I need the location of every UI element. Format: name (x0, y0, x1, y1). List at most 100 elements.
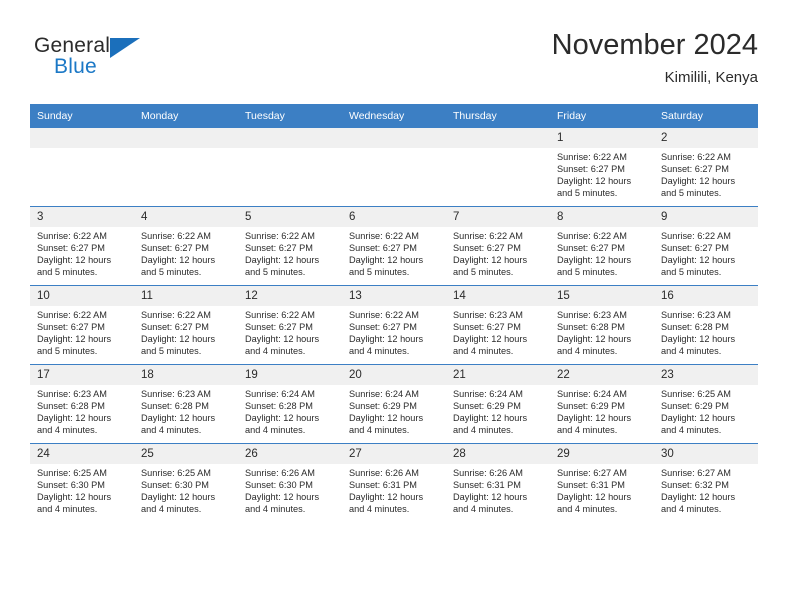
calendar-day-cell[interactable]: 18 Sunrise: 6:23 AM Sunset: 6:28 PM Dayligh… (134, 364, 238, 444)
day-number: 10 (30, 286, 134, 306)
day-number: 6 (342, 207, 446, 227)
sunrise-text: Sunrise: 6:25 AM (37, 468, 107, 478)
daylight-text: Daylight: 12 hours and 5 minutes. (37, 334, 112, 357)
title-block: November 2024 Kimilili, Kenya (552, 28, 758, 88)
calendar-day-cell[interactable]: 12 Sunrise: 6:22 AM Sunset: 6:27 PM Dayligh… (238, 285, 342, 365)
calendar-day-cell[interactable]: 20 Sunrise: 6:24 AM Sunset: 6:29 PM Dayligh… (342, 364, 446, 444)
sunset-text: Sunset: 6:27 PM (349, 243, 417, 254)
calendar-day-cell[interactable]: 1 Sunrise: 6:22 AM Sunset: 6:27 PM Daylight… (550, 128, 654, 207)
sunset-text: Sunset: 6:27 PM (557, 243, 625, 254)
sunrise-text: Sunrise: 6:22 AM (141, 310, 211, 320)
calendar-day-cell[interactable]: 26 Sunrise: 6:26 AM Sunset: 6:30 PM Dayligh… (238, 443, 342, 522)
day-number (446, 128, 550, 148)
calendar-day-cell[interactable]: 6 Sunrise: 6:22 AM Sunset: 6:27 PM Daylight… (342, 206, 446, 286)
daylight-text: Daylight: 12 hours and 4 minutes. (557, 413, 632, 436)
calendar-day-cell[interactable]: 9 Sunrise: 6:22 AM Sunset: 6:27 PM Daylight… (654, 206, 758, 286)
day-details: Sunrise: 6:26 AM Sunset: 6:31 PM Daylight:… (446, 464, 550, 515)
calendar-day-cell[interactable]: 27 Sunrise: 6:26 AM Sunset: 6:31 PM Dayligh… (342, 443, 446, 522)
calendar-day-cell[interactable]: 25 Sunrise: 6:25 AM Sunset: 6:30 PM Dayligh… (134, 443, 238, 522)
day-number: 11 (134, 286, 238, 306)
daylight-text: Daylight: 12 hours and 5 minutes. (349, 255, 424, 278)
daylight-text: Daylight: 12 hours and 4 minutes. (245, 492, 320, 515)
sunrise-text: Sunrise: 6:27 AM (661, 468, 731, 478)
day-number: 17 (30, 365, 134, 385)
calendar-day-cell[interactable]: 19 Sunrise: 6:24 AM Sunset: 6:28 PM Dayligh… (238, 364, 342, 444)
calendar-day-cell[interactable]: 4 Sunrise: 6:22 AM Sunset: 6:27 PM Daylight… (134, 206, 238, 286)
daylight-text: Daylight: 12 hours and 4 minutes. (557, 492, 632, 515)
day-number: 9 (654, 207, 758, 227)
sunrise-text: Sunrise: 6:24 AM (557, 389, 627, 399)
weekday-header-wednesday: Wednesday (342, 104, 446, 128)
daylight-text: Daylight: 12 hours and 4 minutes. (37, 492, 112, 515)
calendar-day-cell[interactable]: 2 Sunrise: 6:22 AM Sunset: 6:27 PM Daylight… (654, 128, 758, 207)
calendar-day-cell[interactable]: 10 Sunrise: 6:22 AM Sunset: 6:27 PM Dayligh… (30, 285, 134, 365)
calendar-week-row: 10 Sunrise: 6:22 AM Sunset: 6:27 PM Dayligh… (30, 285, 758, 365)
sunset-text: Sunset: 6:27 PM (661, 243, 729, 254)
calendar-day-cell[interactable]: 5 Sunrise: 6:22 AM Sunset: 6:27 PM Daylight… (238, 206, 342, 286)
calendar-day-cell[interactable]: 23 Sunrise: 6:25 AM Sunset: 6:29 PM Dayligh… (654, 364, 758, 444)
day-details: Sunrise: 6:22 AM Sunset: 6:27 PM Daylight:… (134, 306, 238, 357)
calendar-day-cell[interactable]: 21 Sunrise: 6:24 AM Sunset: 6:29 PM Dayligh… (446, 364, 550, 444)
daylight-text: Daylight: 12 hours and 4 minutes. (661, 492, 736, 515)
daylight-text: Daylight: 12 hours and 4 minutes. (453, 334, 528, 357)
sunrise-text: Sunrise: 6:22 AM (557, 152, 627, 162)
sunset-text: Sunset: 6:28 PM (557, 322, 625, 333)
day-number: 20 (342, 365, 446, 385)
calendar-day-cell[interactable]: 8 Sunrise: 6:22 AM Sunset: 6:27 PM Daylight… (550, 206, 654, 286)
calendar-header-row: Sunday Monday Tuesday Wednesday Thursday Frid… (30, 104, 758, 128)
weekday-header: Sunday Monday Tuesday Wednesday Thursday Frid… (30, 104, 758, 128)
calendar-day-cell[interactable]: 3 Sunrise: 6:22 AM Sunset: 6:27 PM Daylight… (30, 206, 134, 286)
calendar-day-cell[interactable]: 28 Sunrise: 6:26 AM Sunset: 6:31 PM Dayligh… (446, 443, 550, 522)
day-details: Sunrise: 6:25 AM Sunset: 6:29 PM Daylight:… (654, 385, 758, 436)
daylight-text: Daylight: 12 hours and 5 minutes. (141, 334, 216, 357)
sunset-text: Sunset: 6:27 PM (37, 243, 105, 254)
day-number: 16 (654, 286, 758, 306)
calendar-day-cell-empty (446, 128, 550, 207)
daylight-text: Daylight: 12 hours and 5 minutes. (245, 255, 320, 278)
day-details: Sunrise: 6:24 AM Sunset: 6:29 PM Daylight:… (342, 385, 446, 436)
calendar-week-row: 1 Sunrise: 6:22 AM Sunset: 6:27 PM Daylight… (30, 128, 758, 207)
calendar-day-cell[interactable]: 30 Sunrise: 6:27 AM Sunset: 6:32 PM Dayligh… (654, 443, 758, 522)
sunrise-text: Sunrise: 6:22 AM (557, 231, 627, 241)
calendar-day-cell[interactable]: 15 Sunrise: 6:23 AM Sunset: 6:28 PM Dayligh… (550, 285, 654, 365)
calendar-day-cell[interactable]: 16 Sunrise: 6:23 AM Sunset: 6:28 PM Dayligh… (654, 285, 758, 365)
day-details: Sunrise: 6:23 AM Sunset: 6:28 PM Daylight:… (30, 385, 134, 436)
day-details: Sunrise: 6:23 AM Sunset: 6:27 PM Daylight:… (446, 306, 550, 357)
calendar-body: 1 Sunrise: 6:22 AM Sunset: 6:27 PM Daylight… (30, 128, 758, 522)
sunrise-text: Sunrise: 6:23 AM (557, 310, 627, 320)
calendar-day-cell[interactable]: 7 Sunrise: 6:22 AM Sunset: 6:27 PM Daylight… (446, 206, 550, 286)
sunset-text: Sunset: 6:27 PM (141, 322, 209, 333)
calendar-day-cell[interactable]: 22 Sunrise: 6:24 AM Sunset: 6:29 PM Dayligh… (550, 364, 654, 444)
day-number: 26 (238, 444, 342, 464)
calendar-day-cell[interactable]: 17 Sunrise: 6:23 AM Sunset: 6:28 PM Dayligh… (30, 364, 134, 444)
sunset-text: Sunset: 6:31 PM (453, 480, 521, 491)
daylight-text: Daylight: 12 hours and 4 minutes. (349, 492, 424, 515)
daylight-text: Daylight: 12 hours and 4 minutes. (37, 413, 112, 436)
day-details: Sunrise: 6:22 AM Sunset: 6:27 PM Daylight:… (30, 306, 134, 357)
sunset-text: Sunset: 6:29 PM (349, 401, 417, 412)
day-number: 8 (550, 207, 654, 227)
page-subtitle-location: Kimilili, Kenya (664, 69, 758, 86)
day-details: Sunrise: 6:23 AM Sunset: 6:28 PM Daylight:… (550, 306, 654, 357)
day-number: 27 (342, 444, 446, 464)
day-number: 4 (134, 207, 238, 227)
day-number: 18 (134, 365, 238, 385)
sunrise-text: Sunrise: 6:22 AM (37, 231, 107, 241)
sunset-text: Sunset: 6:27 PM (453, 322, 521, 333)
day-details: Sunrise: 6:23 AM Sunset: 6:28 PM Daylight:… (654, 306, 758, 357)
weekday-header-monday: Monday (134, 104, 238, 128)
sunrise-text: Sunrise: 6:22 AM (349, 231, 419, 241)
page-title: November 2024 (551, 29, 758, 61)
calendar-day-cell[interactable]: 11 Sunrise: 6:22 AM Sunset: 6:27 PM Dayligh… (134, 285, 238, 365)
calendar-day-cell[interactable]: 13 Sunrise: 6:22 AM Sunset: 6:27 PM Dayligh… (342, 285, 446, 365)
weekday-header-sunday: Sunday (30, 104, 134, 128)
calendar-day-cell[interactable]: 29 Sunrise: 6:27 AM Sunset: 6:31 PM Dayligh… (550, 443, 654, 522)
calendar-day-cell[interactable]: 24 Sunrise: 6:25 AM Sunset: 6:30 PM Dayligh… (30, 443, 134, 522)
sunset-text: Sunset: 6:27 PM (661, 164, 729, 175)
daylight-text: Daylight: 12 hours and 4 minutes. (453, 492, 528, 515)
day-number: 25 (134, 444, 238, 464)
general-blue-logo[interactable]: General Blue (34, 34, 164, 90)
sunset-text: Sunset: 6:28 PM (37, 401, 105, 412)
calendar-day-cell[interactable]: 14 Sunrise: 6:23 AM Sunset: 6:27 PM Dayligh… (446, 285, 550, 365)
daylight-text: Daylight: 12 hours and 4 minutes. (141, 413, 216, 436)
